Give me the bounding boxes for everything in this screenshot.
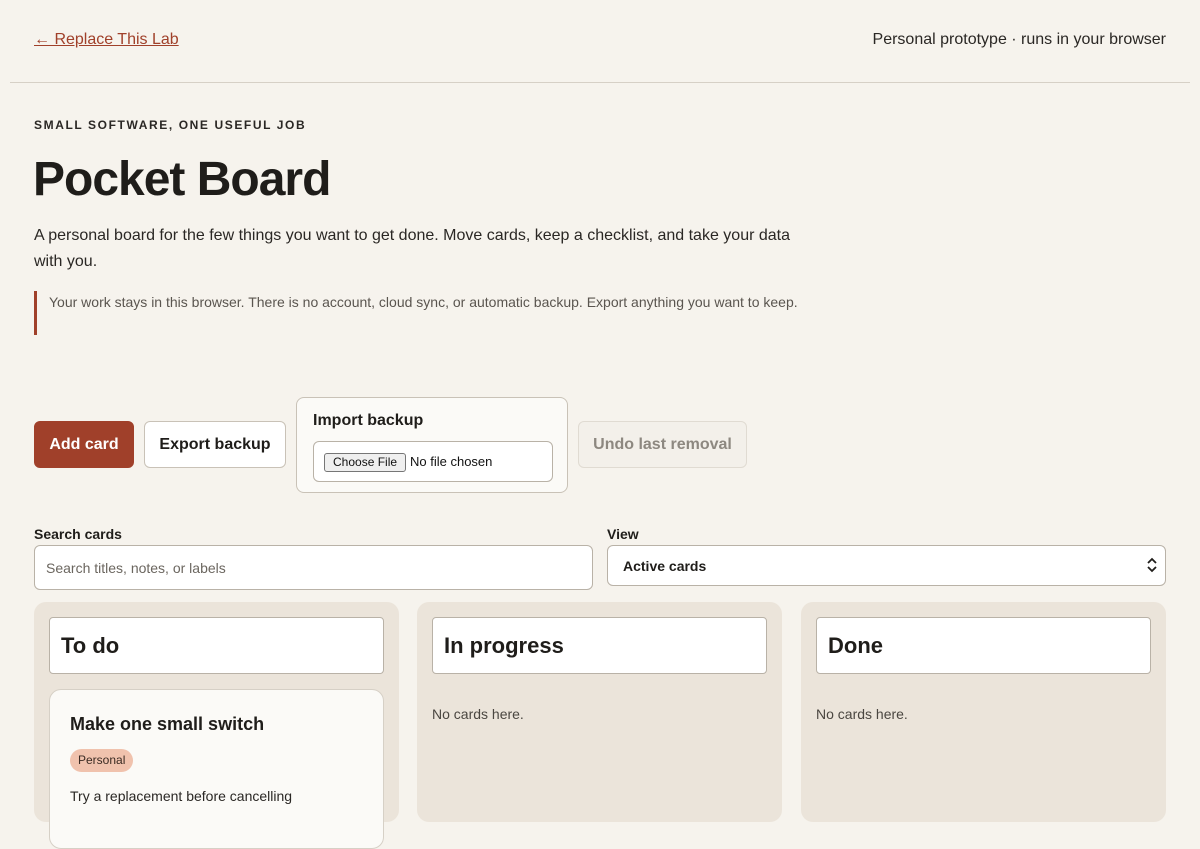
add-card-button[interactable]: Add card — [34, 421, 134, 468]
column-in-progress: In progress No cards here. — [417, 602, 782, 822]
column-title-input[interactable]: Done — [816, 617, 1151, 674]
column-done: Done No cards here. — [801, 602, 1166, 822]
card[interactable]: Make one small switch Personal Try a rep… — [49, 689, 384, 849]
page-title: Pocket Board — [33, 153, 331, 206]
empty-column-note: No cards here. — [816, 706, 908, 722]
intro-text: A personal board for the few things you … — [34, 227, 791, 270]
storage-notice: Your work stays in this browser. There i… — [34, 291, 804, 335]
chevron-updown-icon — [1147, 557, 1157, 573]
import-file-input[interactable]: Choose File No file chosen — [313, 441, 553, 482]
view-label: View — [607, 526, 639, 542]
card-label-badge: Personal — [70, 749, 134, 772]
back-link[interactable]: ← Replace This Lab — [34, 31, 179, 49]
column-to-do: To do Make one small switch Personal Try… — [34, 602, 399, 849]
column-title-input[interactable]: To do — [49, 617, 384, 674]
column-title-input[interactable]: In progress — [432, 617, 767, 674]
view-selected-value: Active cards — [623, 558, 707, 574]
card-title: Make one small switch — [70, 714, 265, 734]
choose-file-button[interactable]: Choose File — [324, 453, 407, 472]
empty-column-note: No cards here. — [432, 706, 524, 722]
card-note: Try a replacement before cancelling — [70, 788, 293, 804]
import-backup-label: Import backup — [313, 412, 424, 429]
prototype-note: Personal prototype · runs in your browse… — [872, 31, 1166, 48]
search-input[interactable] — [34, 545, 593, 590]
eyebrow: SMALL SOFTWARE, ONE USEFUL JOB — [34, 118, 307, 132]
import-backup-panel: Import backup Choose File No file chosen — [296, 397, 568, 493]
view-select[interactable]: Active cards — [607, 545, 1166, 586]
export-backup-button[interactable]: Export backup — [144, 421, 286, 468]
undo-removal-button[interactable]: Undo last removal — [578, 421, 747, 468]
search-label: Search cards — [34, 526, 122, 542]
top-bar: ← Replace This Lab Personal prototype · … — [10, 0, 1190, 83]
file-status: No file chosen — [410, 454, 493, 469]
